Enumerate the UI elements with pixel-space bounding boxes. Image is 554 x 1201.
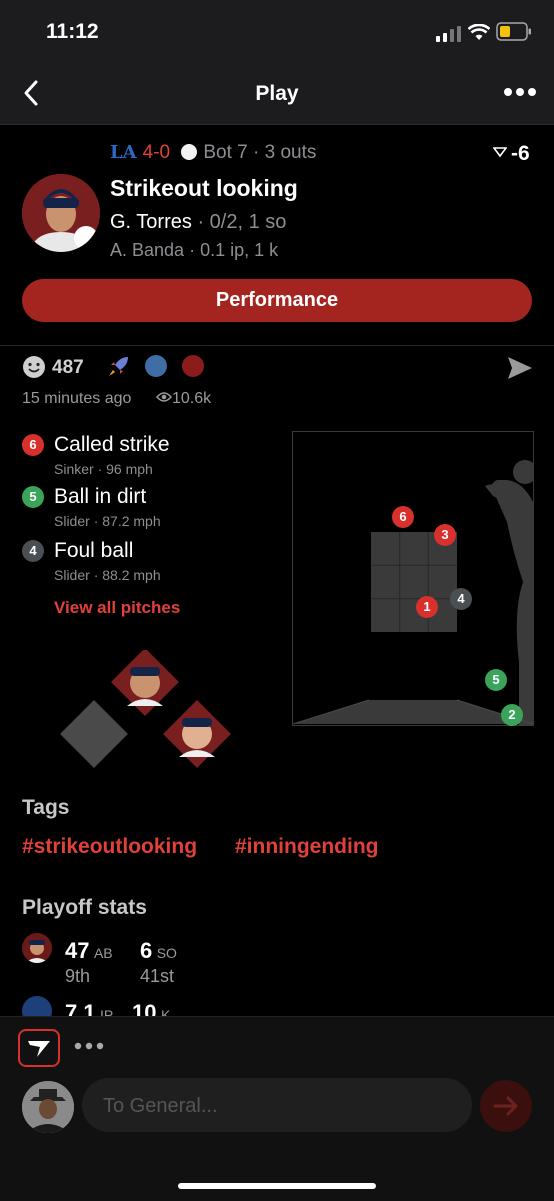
pitch-speed: 87.2 mph bbox=[102, 513, 161, 529]
tag-link[interactable]: #strikeoutlooking bbox=[22, 835, 197, 859]
pitch-number-badge: 6 bbox=[22, 434, 44, 456]
stat-value: 47 bbox=[65, 938, 90, 963]
pitch-item[interactable]: 6 Called strike Sinker · 96 mph bbox=[22, 433, 282, 483]
app-logo-icon bbox=[28, 1041, 50, 1057]
zone-pitch-marker[interactable]: 5 bbox=[485, 669, 507, 691]
game-score-line: LA 4-0 Bot 7 · 3 outs bbox=[110, 142, 316, 164]
stats-batter-avatar[interactable] bbox=[22, 933, 52, 963]
page-title: Play bbox=[255, 82, 299, 105]
batter-name: G. Torres bbox=[110, 211, 192, 233]
pitch-detail: Slider · 88.2 mph bbox=[54, 567, 161, 583]
play-title: Strikeout looking bbox=[110, 175, 298, 201]
win-expectancy-change: -6 bbox=[492, 142, 530, 166]
blue-reaction-icon[interactable] bbox=[145, 355, 167, 377]
third-base-icon bbox=[60, 700, 128, 768]
stat-value: 6 bbox=[140, 938, 153, 963]
batter-stats: 0/2, 1 so bbox=[209, 211, 287, 233]
home-indicator bbox=[178, 1183, 376, 1189]
separator: · bbox=[253, 142, 260, 163]
tags-heading: Tags bbox=[22, 796, 70, 819]
yankees-ball-icon bbox=[181, 144, 198, 160]
view-all-pitches-link[interactable]: View all pitches bbox=[54, 598, 180, 618]
separator: · bbox=[97, 461, 103, 477]
pitch-number-badge: 5 bbox=[22, 486, 44, 508]
win-expectancy-value: -6 bbox=[511, 142, 530, 165]
status-time: 11:12 bbox=[46, 20, 99, 43]
pitch-number-badge: 4 bbox=[22, 540, 44, 562]
status-bar: 11:12 bbox=[0, 0, 554, 62]
user-photo-icon bbox=[22, 1081, 74, 1133]
player-headshot-icon bbox=[25, 940, 49, 963]
strike-zone-chart: 6 3 1 4 5 2 bbox=[292, 431, 534, 726]
share-send-icon[interactable] bbox=[506, 355, 534, 381]
stat-rank: 41st bbox=[140, 966, 175, 986]
down-triangle-icon bbox=[492, 147, 508, 158]
separator: · bbox=[93, 513, 99, 529]
divider bbox=[0, 345, 554, 346]
batter-avatar[interactable] bbox=[22, 174, 100, 252]
stat-rank: 9th bbox=[65, 966, 91, 986]
pitch-type: Slider bbox=[54, 513, 90, 529]
pitcher-stats: 0.1 ip, 1 k bbox=[200, 240, 279, 260]
pitch-result: Called strike bbox=[54, 433, 170, 456]
send-button[interactable] bbox=[480, 1080, 532, 1132]
pitch-item[interactable]: 5 Ball in dirt Slider · 87.2 mph bbox=[22, 485, 282, 535]
dodgers-logo-icon: LA bbox=[110, 142, 137, 163]
emoji-reaction-icon[interactable] bbox=[22, 355, 46, 379]
pitcher-line[interactable]: A. Banda · 0.1 ip, 1 k bbox=[110, 240, 278, 261]
pitch-detail: Sinker · 96 mph bbox=[54, 461, 153, 477]
wifi-icon bbox=[468, 24, 490, 40]
score: 4-0 bbox=[142, 142, 171, 163]
reaction-count: 487 bbox=[52, 357, 84, 378]
outs: 3 outs bbox=[264, 142, 317, 163]
tag-link[interactable]: #inningending bbox=[235, 835, 378, 859]
stat-cell: 47 AB bbox=[65, 938, 113, 964]
performance-button[interactable]: Performance bbox=[22, 279, 532, 322]
red-reaction-icon[interactable] bbox=[182, 355, 204, 377]
pitch-speed: 88.2 mph bbox=[102, 567, 161, 583]
view-count-value: 10.6k bbox=[172, 390, 212, 407]
zone-pitch-marker[interactable]: 1 bbox=[416, 596, 438, 618]
app-logo-button[interactable] bbox=[18, 1029, 60, 1067]
home-plate-icon bbox=[369, 700, 457, 724]
separator: · bbox=[93, 567, 99, 583]
zone-pitch-marker[interactable]: 6 bbox=[392, 506, 414, 528]
post-timestamp: 15 minutes ago bbox=[22, 390, 132, 407]
more-options-icon[interactable] bbox=[500, 80, 540, 104]
pitch-result: Ball in dirt bbox=[54, 485, 147, 508]
batter-line[interactable]: G. Torres · 0/2, 1 so bbox=[110, 211, 286, 234]
view-count: 10.6k bbox=[156, 390, 211, 408]
battery-icon bbox=[496, 22, 531, 41]
pitcher-name: A. Banda bbox=[110, 240, 185, 260]
pitch-item[interactable]: 4 Foul ball Slider · 88.2 mph bbox=[22, 539, 282, 589]
cellular-signal-icon bbox=[436, 26, 461, 42]
eye-icon bbox=[156, 392, 172, 402]
more-dots-icon[interactable] bbox=[74, 1041, 104, 1051]
separator: · bbox=[189, 240, 196, 260]
pitch-type: Slider bbox=[54, 567, 90, 583]
zone-pitch-marker[interactable]: 3 bbox=[434, 524, 456, 546]
stat-unit: SO bbox=[156, 945, 177, 961]
separator: · bbox=[197, 211, 205, 233]
pitch-detail: Slider · 87.2 mph bbox=[54, 513, 161, 529]
nav-bar: Play bbox=[0, 62, 554, 125]
message-input-placeholder: To General... bbox=[103, 1095, 218, 1117]
zone-pitch-marker[interactable]: 2 bbox=[501, 704, 523, 726]
base-runners-diagram bbox=[60, 650, 231, 768]
team-badge-icon bbox=[74, 226, 98, 250]
pitch-speed: 96 mph bbox=[106, 461, 153, 477]
stat-cell: 6 SO bbox=[140, 938, 177, 964]
zone-pitch-marker[interactable]: 4 bbox=[450, 588, 472, 610]
arrow-right-icon bbox=[493, 1096, 518, 1116]
inning: Bot 7 bbox=[203, 142, 248, 163]
rocket-icon[interactable] bbox=[106, 353, 132, 379]
user-avatar[interactable] bbox=[22, 1081, 74, 1133]
stat-unit: AB bbox=[93, 945, 113, 961]
pitch-type: Sinker bbox=[54, 461, 94, 477]
playoff-stats-heading: Playoff stats bbox=[22, 896, 147, 919]
pitch-result: Foul ball bbox=[54, 539, 134, 562]
